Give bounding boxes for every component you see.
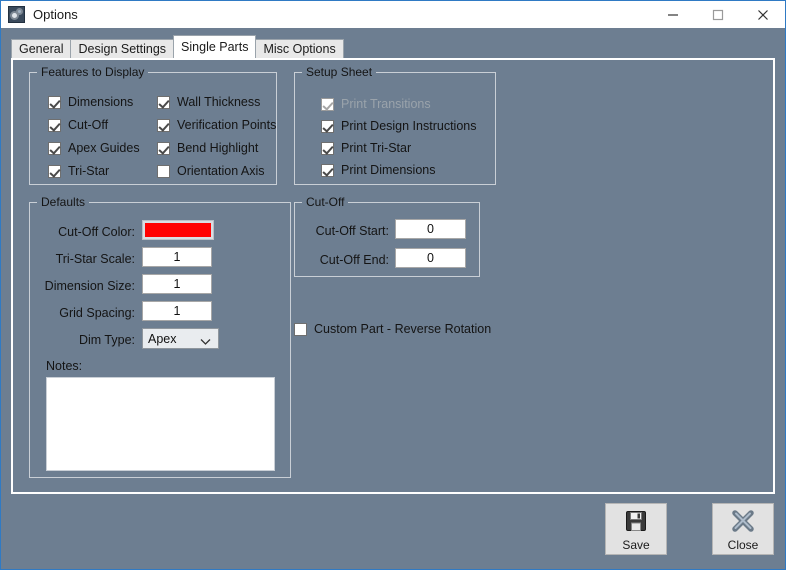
dim-type-label: Dim Type: <box>78 333 135 347</box>
save-label: Save <box>622 538 650 552</box>
checkbox-label: Cut-Off <box>68 118 109 132</box>
checkbox-print-tri-star[interactable]: Print Tri-Star <box>321 141 411 155</box>
cut-off-color-label: Cut-Off Color: <box>58 225 135 239</box>
checkbox-box <box>321 97 334 111</box>
minimize-icon[interactable] <box>650 1 695 28</box>
checkbox-box[interactable] <box>294 322 307 336</box>
checkbox-box[interactable] <box>157 118 170 132</box>
checkbox-box[interactable] <box>157 164 170 178</box>
cut-off-group-legend: Cut-Off <box>302 195 349 209</box>
checkbox-label: Print Tri-Star <box>341 141 412 155</box>
checkbox-label: Verification Points <box>177 118 277 132</box>
checkbox-box[interactable] <box>48 141 61 155</box>
tab-misc-options[interactable]: Misc Options <box>255 39 344 58</box>
notes-textarea[interactable] <box>46 377 275 471</box>
checkbox-label: Tri-Star <box>68 164 110 178</box>
checkbox-label: Wall Thickness <box>177 95 261 109</box>
checkbox-label: Print Design Instructions <box>341 119 477 133</box>
checkbox-bend-highlight[interactable]: Bend Highlight <box>157 141 258 155</box>
grid-spacing-input[interactable]: 1 <box>142 301 212 321</box>
tab-single-parts[interactable]: Single Parts <box>173 35 257 58</box>
cut-off-start-label: Cut-Off Start: <box>315 224 389 238</box>
cut-off-start-input[interactable]: 0 <box>395 219 466 239</box>
checkbox-orientation-axis[interactable]: Orientation Axis <box>157 164 265 178</box>
tri-star-scale-label: Tri-Star Scale: <box>55 252 135 266</box>
cut-off-color-swatch[interactable] <box>142 220 214 240</box>
checkbox-print-transitions: Print Transitions <box>321 97 431 111</box>
x-close-icon <box>731 509 755 536</box>
checkbox-dimensions[interactable]: Dimensions <box>48 95 133 109</box>
checkbox-box[interactable] <box>48 118 61 132</box>
checkbox-verification-points[interactable]: Verification Points <box>157 118 276 132</box>
checkbox-label: Orientation Axis <box>177 164 265 178</box>
checkbox-label: Bend Highlight <box>177 141 259 155</box>
dim-type-value: Apex <box>148 331 177 346</box>
notes-label: Notes: <box>46 359 83 373</box>
features-group-legend: Features to Display <box>37 65 149 79</box>
tab-general[interactable]: General <box>11 39 72 58</box>
close-icon[interactable] <box>740 1 785 28</box>
defaults-group-legend: Defaults <box>37 195 90 209</box>
options-window: Options General Design Settings Single P… <box>0 0 786 570</box>
defaults-group: Defaults Cut-Off Color: Tri-Star Scale: … <box>29 195 291 478</box>
checkbox-box[interactable] <box>48 95 61 109</box>
tab-strip: General Design Settings Single Parts Mis… <box>1 35 785 58</box>
dim-type-dropdown[interactable]: Apex <box>142 328 219 349</box>
tri-star-scale-input[interactable]: 1 <box>142 247 212 267</box>
checkbox-custom-part-reverse-rotation[interactable]: Custom Part - Reverse Rotation <box>294 322 491 336</box>
grid-spacing-label: Grid Spacing: <box>59 306 135 320</box>
color-fill <box>145 223 211 237</box>
checkbox-label: Dimensions <box>68 95 134 109</box>
window-controls <box>650 1 785 28</box>
title-bar: Options <box>1 1 785 28</box>
dimension-size-input[interactable]: 1 <box>142 274 212 294</box>
save-button[interactable]: Save <box>605 503 667 555</box>
close-button[interactable]: Close <box>712 503 774 555</box>
checkbox-box[interactable] <box>321 163 334 177</box>
dimension-size-label: Dimension Size: <box>44 279 135 293</box>
cut-off-group: Cut-Off Cut-Off Start: 0 Cut-Off End: 0 <box>294 195 480 277</box>
checkbox-label: Print Transitions <box>341 97 431 111</box>
checkbox-cut-off[interactable]: Cut-Off <box>48 118 108 132</box>
cut-off-end-label: Cut-Off End: <box>319 253 389 267</box>
single-parts-panel: Features to Display Dimensions Cut-Off A… <box>11 58 775 494</box>
checkbox-box[interactable] <box>157 95 170 109</box>
setup-sheet-group: Setup Sheet Print Transitions Print Desi… <box>294 65 496 185</box>
gears-icon <box>8 6 25 23</box>
checkbox-wall-thickness[interactable]: Wall Thickness <box>157 95 260 109</box>
window-title: Options <box>33 7 78 22</box>
checkbox-label: Apex Guides <box>68 141 140 155</box>
tab-design-settings[interactable]: Design Settings <box>70 39 175 58</box>
checkbox-box[interactable] <box>48 164 61 178</box>
floppy-disk-icon <box>624 509 648 536</box>
setup-sheet-group-legend: Setup Sheet <box>302 65 377 79</box>
checkbox-label: Print Dimensions <box>341 163 436 177</box>
maximize-icon[interactable] <box>695 1 740 28</box>
chevron-down-icon <box>200 335 211 349</box>
checkbox-box[interactable] <box>157 141 170 155</box>
checkbox-box[interactable] <box>321 141 334 155</box>
checkbox-print-dimensions[interactable]: Print Dimensions <box>321 163 435 177</box>
cut-off-end-input[interactable]: 0 <box>395 248 466 268</box>
features-to-display-group: Features to Display Dimensions Cut-Off A… <box>29 65 277 185</box>
checkbox-print-design-instructions[interactable]: Print Design Instructions <box>321 119 476 133</box>
checkbox-apex-guides[interactable]: Apex Guides <box>48 141 140 155</box>
close-label: Close <box>727 538 759 552</box>
checkbox-box[interactable] <box>321 119 334 133</box>
footer-bar: Save Close <box>1 494 785 569</box>
checkbox-label: Custom Part - Reverse Rotation <box>314 322 492 336</box>
checkbox-tri-star[interactable]: Tri-Star <box>48 164 109 178</box>
